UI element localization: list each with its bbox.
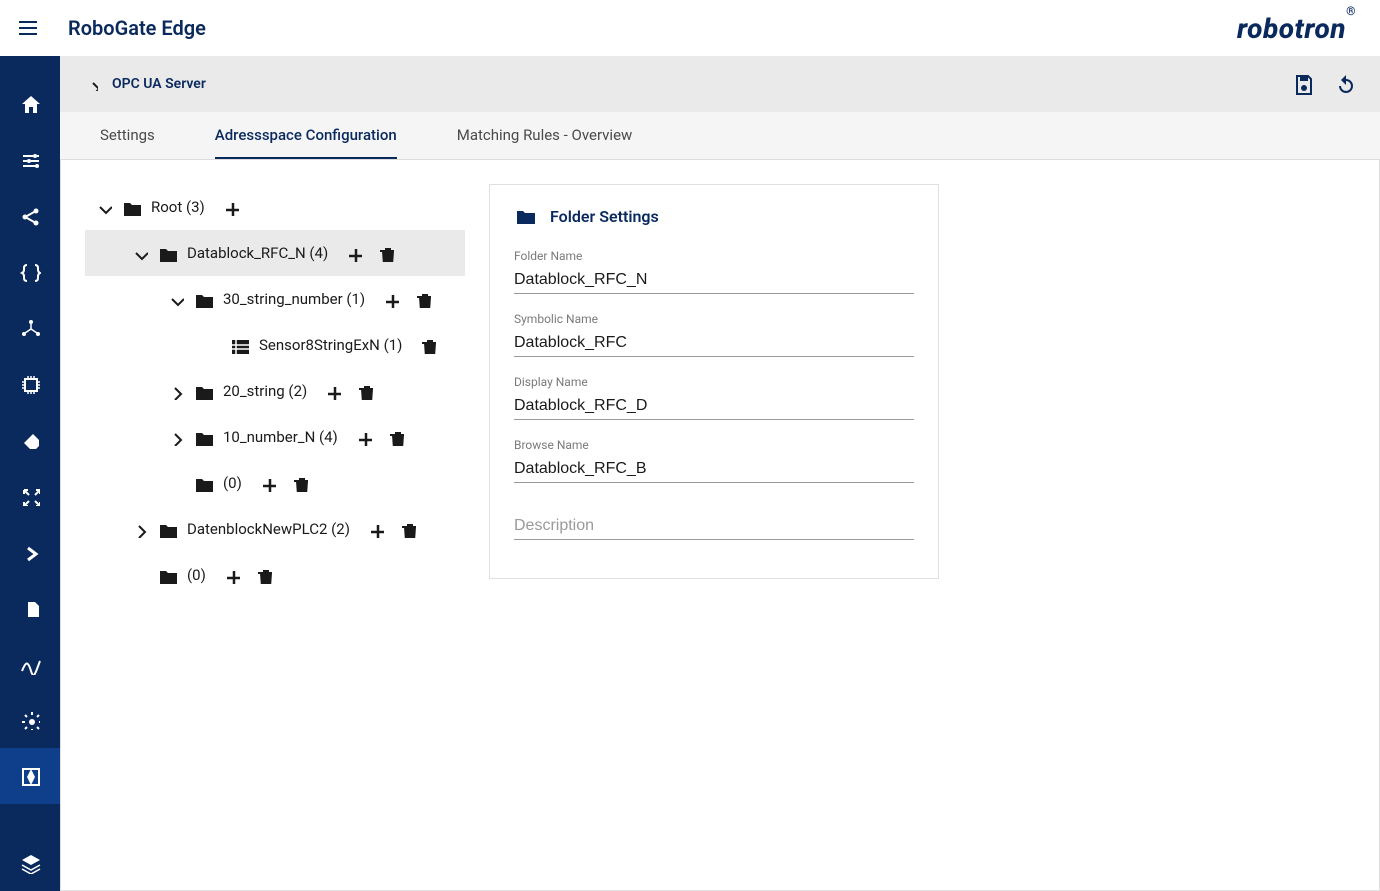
chevron-down-icon[interactable] bbox=[93, 198, 113, 216]
tabs-bar: Settings Adressspace Configuration Match… bbox=[60, 112, 1380, 160]
tab-addressspace[interactable]: Adressspace Configuration bbox=[215, 112, 397, 159]
display-name-input[interactable] bbox=[514, 393, 914, 420]
nav-expand-icon[interactable] bbox=[0, 468, 60, 524]
chevron-right-icon[interactable] bbox=[129, 520, 149, 538]
folder-icon bbox=[157, 565, 177, 585]
tree-label: Root (3) bbox=[151, 198, 205, 216]
menu-toggle-button[interactable] bbox=[16, 16, 40, 40]
app-title: RoboGate Edge bbox=[68, 16, 206, 40]
delete-button[interactable] bbox=[376, 244, 394, 262]
chevron-right-icon bbox=[84, 77, 98, 91]
delete-button[interactable] bbox=[418, 336, 436, 354]
delete-button[interactable] bbox=[254, 566, 272, 584]
nav-gear-icon[interactable] bbox=[0, 692, 60, 748]
list-icon bbox=[229, 335, 249, 355]
folder-settings-panel: Folder Settings Folder Name Symbolic Nam… bbox=[489, 184, 939, 579]
delete-button[interactable] bbox=[413, 290, 431, 308]
nav-braces-icon[interactable] bbox=[0, 244, 60, 300]
delete-button[interactable] bbox=[398, 520, 416, 538]
add-button[interactable] bbox=[222, 566, 240, 584]
browse-name-input[interactable] bbox=[514, 456, 914, 483]
tree-label: (0) bbox=[187, 566, 206, 584]
add-button[interactable] bbox=[221, 198, 239, 216]
nav-diamond-icon[interactable] bbox=[0, 412, 60, 468]
folder-icon bbox=[193, 381, 213, 401]
nav-opcua-icon[interactable] bbox=[0, 748, 60, 804]
folder-name-input[interactable] bbox=[514, 267, 914, 294]
tree-panel: Root (3) Datablock_RFC_N (4) 30_string_n… bbox=[85, 184, 465, 866]
breadcrumb-label[interactable]: OPC UA Server bbox=[112, 76, 206, 92]
nav-layers-icon[interactable] bbox=[0, 835, 60, 891]
chevron-right-icon[interactable] bbox=[165, 428, 185, 446]
symbolic-name-label: Symbolic Name bbox=[514, 312, 914, 326]
folder-icon bbox=[157, 519, 177, 539]
nav-chip-icon[interactable] bbox=[0, 356, 60, 412]
chevron-down-icon[interactable] bbox=[129, 244, 149, 262]
description-input[interactable] bbox=[514, 513, 914, 540]
top-bar: RoboGate Edge robotron® bbox=[0, 0, 1380, 56]
nav-greater-icon[interactable] bbox=[0, 524, 60, 580]
folder-icon bbox=[121, 197, 141, 217]
add-button[interactable] bbox=[366, 520, 384, 538]
tab-settings[interactable]: Settings bbox=[100, 112, 155, 159]
tree-row-empty-1[interactable]: (0) bbox=[85, 460, 465, 506]
browse-name-label: Browse Name bbox=[514, 438, 914, 452]
folder-icon bbox=[193, 473, 213, 493]
restore-button[interactable] bbox=[1334, 73, 1356, 95]
nav-home-icon[interactable] bbox=[0, 76, 60, 132]
folder-icon bbox=[514, 205, 536, 227]
symbolic-name-input[interactable] bbox=[514, 330, 914, 357]
nav-sliders-icon[interactable] bbox=[0, 132, 60, 188]
tree-label: 30_string_number (1) bbox=[223, 290, 365, 308]
folder-name-label: Folder Name bbox=[514, 249, 914, 263]
tree-row-10-number[interactable]: 10_number_N (4) bbox=[85, 414, 465, 460]
delete-button[interactable] bbox=[290, 474, 308, 492]
save-button[interactable] bbox=[1292, 73, 1314, 95]
add-button[interactable] bbox=[258, 474, 276, 492]
nav-wave-icon[interactable] bbox=[0, 636, 60, 692]
tree-label: 20_string (2) bbox=[223, 382, 307, 400]
tree-row-datenblock-newplc2[interactable]: DatenblockNewPLC2 (2) bbox=[85, 506, 465, 552]
folder-icon bbox=[193, 427, 213, 447]
panel-title: Folder Settings bbox=[550, 207, 659, 226]
add-button[interactable] bbox=[344, 244, 362, 262]
tree-row-empty-2[interactable]: (0) bbox=[85, 552, 465, 598]
breadcrumb-bar: OPC UA Server bbox=[60, 56, 1380, 112]
add-button[interactable] bbox=[323, 382, 341, 400]
tree-label: DatenblockNewPLC2 (2) bbox=[187, 520, 350, 538]
side-nav bbox=[0, 56, 60, 891]
tab-matching-rules[interactable]: Matching Rules - Overview bbox=[457, 112, 633, 159]
chevron-right-icon[interactable] bbox=[165, 382, 185, 400]
tree-label: (0) bbox=[223, 474, 242, 492]
tree-row-root[interactable]: Root (3) bbox=[85, 184, 465, 230]
delete-button[interactable] bbox=[386, 428, 404, 446]
chevron-down-icon[interactable] bbox=[165, 290, 185, 308]
tree-label: Datablock_RFC_N (4) bbox=[187, 244, 328, 262]
nav-file-icon[interactable] bbox=[0, 580, 60, 636]
nav-share-icon[interactable] bbox=[0, 188, 60, 244]
tree-row-sensor8[interactable]: Sensor8StringExN (1) bbox=[85, 322, 465, 368]
brand-logo: robotron® bbox=[1237, 12, 1356, 45]
tree-label: Sensor8StringExN (1) bbox=[259, 336, 402, 354]
folder-icon bbox=[157, 243, 177, 263]
tree-row-30-string-number[interactable]: 30_string_number (1) bbox=[85, 276, 465, 322]
delete-button[interactable] bbox=[355, 382, 373, 400]
add-button[interactable] bbox=[381, 290, 399, 308]
display-name-label: Display Name bbox=[514, 375, 914, 389]
tree-row-datablock-rfc[interactable]: Datablock_RFC_N (4) bbox=[85, 230, 465, 276]
folder-icon bbox=[193, 289, 213, 309]
tree-label: 10_number_N (4) bbox=[223, 428, 338, 446]
nav-nodes-icon[interactable] bbox=[0, 300, 60, 356]
tree-row-20-string[interactable]: 20_string (2) bbox=[85, 368, 465, 414]
add-button[interactable] bbox=[354, 428, 372, 446]
